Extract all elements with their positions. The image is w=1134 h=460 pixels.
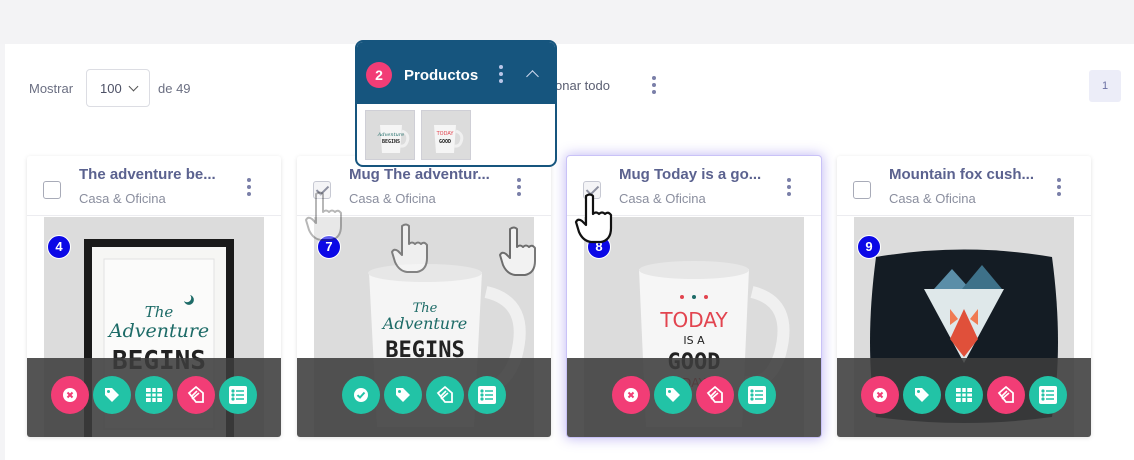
- check-icon: [353, 387, 369, 403]
- checklist-button[interactable]: [1029, 376, 1067, 414]
- product-category: Casa & Oficina: [349, 191, 436, 206]
- tags-button[interactable]: [987, 376, 1025, 414]
- total-count-label: de 49: [158, 81, 191, 96]
- close-icon: [62, 387, 78, 403]
- card-kebab-icon[interactable]: [516, 178, 522, 196]
- svg-text:TODAY: TODAY: [659, 308, 728, 332]
- product-number-badge: 9: [857, 235, 881, 259]
- product-checkbox[interactable]: [43, 181, 61, 199]
- tags-icon: [435, 385, 455, 405]
- tags-icon: [186, 385, 206, 405]
- grid-button[interactable]: [135, 376, 173, 414]
- remove-button[interactable]: [51, 376, 89, 414]
- tags-icon: [996, 385, 1016, 405]
- product-checkbox[interactable]: [853, 181, 871, 199]
- close-icon: [623, 387, 639, 403]
- per-page-select[interactable]: 100: [86, 69, 150, 107]
- tag-icon: [664, 386, 682, 404]
- close-icon: [872, 387, 888, 403]
- product-title[interactable]: Mug Today is a go...: [619, 166, 769, 183]
- tag-icon: [913, 386, 931, 404]
- tags-button[interactable]: [426, 376, 464, 414]
- remove-button[interactable]: [612, 376, 650, 414]
- selected-thumbnail[interactable]: Adventure BEGINS: [365, 110, 415, 160]
- selected-products-popover[interactable]: 2 Productos Adventure BEGINS TODAY GOOD: [355, 40, 557, 167]
- popover-title: Productos: [404, 67, 479, 84]
- checklist-button[interactable]: [468, 376, 506, 414]
- product-title[interactable]: The adventure be...: [79, 166, 229, 183]
- product-category: Casa & Oficina: [889, 191, 976, 206]
- product-card[interactable]: The adventure be... Casa & Oficina The A…: [27, 156, 281, 437]
- per-page-value: 100: [100, 81, 122, 96]
- tags-button[interactable]: [696, 376, 734, 414]
- chevron-up-icon[interactable]: [526, 70, 539, 83]
- chevron-down-icon: [128, 81, 139, 92]
- checklist-icon: [477, 385, 497, 405]
- action-bar: [297, 376, 551, 414]
- action-bar: [27, 376, 281, 414]
- product-title[interactable]: Mountain fox cush...: [889, 166, 1039, 183]
- grid-button[interactable]: [945, 376, 983, 414]
- svg-text:The: The: [145, 303, 174, 321]
- remove-button[interactable]: [861, 376, 899, 414]
- tag-button[interactable]: [903, 376, 941, 414]
- page-button-1[interactable]: 1: [1089, 70, 1121, 102]
- toolbar-kebab-icon[interactable]: [651, 76, 657, 94]
- svg-text:Adventure: Adventure: [377, 132, 404, 138]
- tag-button[interactable]: [93, 376, 131, 414]
- selected-count-badge: 2: [366, 62, 392, 88]
- action-bar: [567, 376, 821, 414]
- top-band: [0, 0, 1134, 44]
- hand-pointer-icon: [390, 222, 430, 279]
- card-kebab-icon[interactable]: [1056, 178, 1062, 196]
- checklist-icon: [747, 385, 767, 405]
- popover-header: 2 Productos: [357, 42, 555, 104]
- hand-pointer-icon: [498, 225, 538, 282]
- tags-button[interactable]: [177, 376, 215, 414]
- card-kebab-icon[interactable]: [246, 178, 252, 196]
- svg-text:BEGINS: BEGINS: [382, 139, 400, 145]
- tags-icon: [705, 385, 725, 405]
- svg-text:GOOD: GOOD: [439, 139, 451, 145]
- card-header: Mountain fox cush... Casa & Oficina: [837, 156, 1091, 216]
- product-number-badge: 4: [47, 235, 71, 259]
- product-card[interactable]: Mountain fox cush... Casa & Oficina 9: [837, 156, 1091, 437]
- select-all-link[interactable]: onar todo: [555, 78, 610, 93]
- grid-icon: [955, 387, 973, 403]
- svg-text:TODAY: TODAY: [436, 131, 455, 137]
- product-category: Casa & Oficina: [619, 191, 706, 206]
- checklist-button[interactable]: [738, 376, 776, 414]
- selected-thumbnail[interactable]: TODAY GOOD: [421, 110, 471, 160]
- tag-icon: [394, 386, 412, 404]
- tag-icon: [103, 386, 121, 404]
- product-category: Casa & Oficina: [79, 191, 166, 206]
- svg-text:Adventure: Adventure: [107, 320, 209, 342]
- checklist-button[interactable]: [219, 376, 257, 414]
- card-kebab-icon[interactable]: [786, 178, 792, 196]
- show-label: Mostrar: [29, 81, 74, 96]
- tag-button[interactable]: [384, 376, 422, 414]
- popover-kebab-icon[interactable]: [499, 65, 503, 83]
- svg-text:Adventure: Adventure: [381, 314, 467, 333]
- hand-pointer-icon: [304, 190, 344, 247]
- grid-icon: [145, 387, 163, 403]
- action-bar: [837, 376, 1091, 414]
- product-title[interactable]: Mug The adventur...: [349, 166, 499, 183]
- approve-button[interactable]: [342, 376, 380, 414]
- svg-text:IS A: IS A: [683, 334, 705, 347]
- hand-pointer-icon: [574, 192, 614, 249]
- checklist-icon: [1038, 385, 1058, 405]
- tag-button[interactable]: [654, 376, 692, 414]
- checklist-icon: [228, 385, 248, 405]
- card-header: The adventure be... Casa & Oficina: [27, 156, 281, 216]
